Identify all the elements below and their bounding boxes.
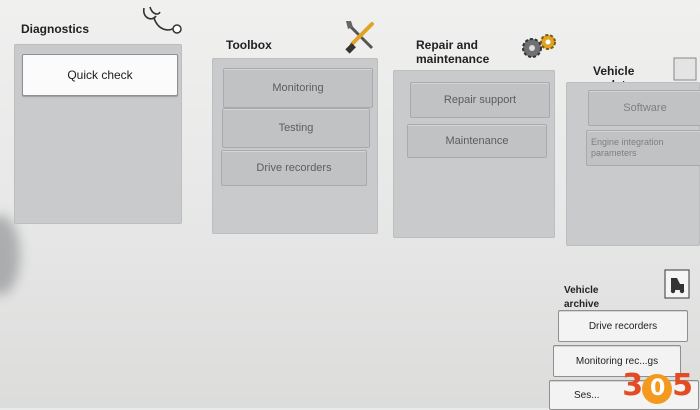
repair-maintenance-panel: Repair support Maintenance bbox=[393, 70, 555, 238]
quick-check-button[interactable]: Quick check bbox=[22, 54, 178, 96]
software-button[interactable]: Software bbox=[588, 90, 700, 126]
toolbox-title: Toolbox bbox=[226, 38, 272, 52]
repair-maintenance-title: Repair and maintenance bbox=[416, 38, 490, 66]
engine-integration-parameters-button[interactable]: Engine integration parameters bbox=[586, 130, 700, 166]
vehicle-archive-title: Vehicle archive bbox=[564, 285, 600, 310]
drive-recorders-button[interactable]: Drive recorders bbox=[221, 150, 367, 186]
watermark-digit-0: 0 bbox=[642, 374, 673, 404]
update-icon bbox=[673, 57, 697, 81]
toolbox-panel: Monitoring Testing Drive recorders bbox=[212, 58, 378, 234]
vehicle-update-panel: Software Engine integration parameters bbox=[566, 82, 700, 246]
stethoscope-icon bbox=[142, 6, 182, 34]
gears-icon bbox=[522, 34, 556, 58]
watermark-logo: 305 bbox=[622, 368, 693, 404]
testing-button[interactable]: Testing bbox=[222, 108, 370, 148]
watermark-digit-5: 5 bbox=[672, 368, 693, 403]
maintenance-button[interactable]: Maintenance bbox=[407, 124, 547, 158]
tools-icon bbox=[345, 21, 374, 54]
archive-icon bbox=[664, 269, 690, 299]
archive-drive-recorders-button[interactable]: Drive recorders bbox=[558, 310, 688, 342]
watermark-digit-3: 3 bbox=[622, 368, 643, 403]
diagnostics-title: Diagnostics bbox=[21, 22, 90, 36]
repair-support-button[interactable]: Repair support bbox=[410, 82, 550, 118]
monitoring-button[interactable]: Monitoring bbox=[223, 68, 373, 108]
diagnostics-panel: Quick check bbox=[14, 44, 182, 224]
